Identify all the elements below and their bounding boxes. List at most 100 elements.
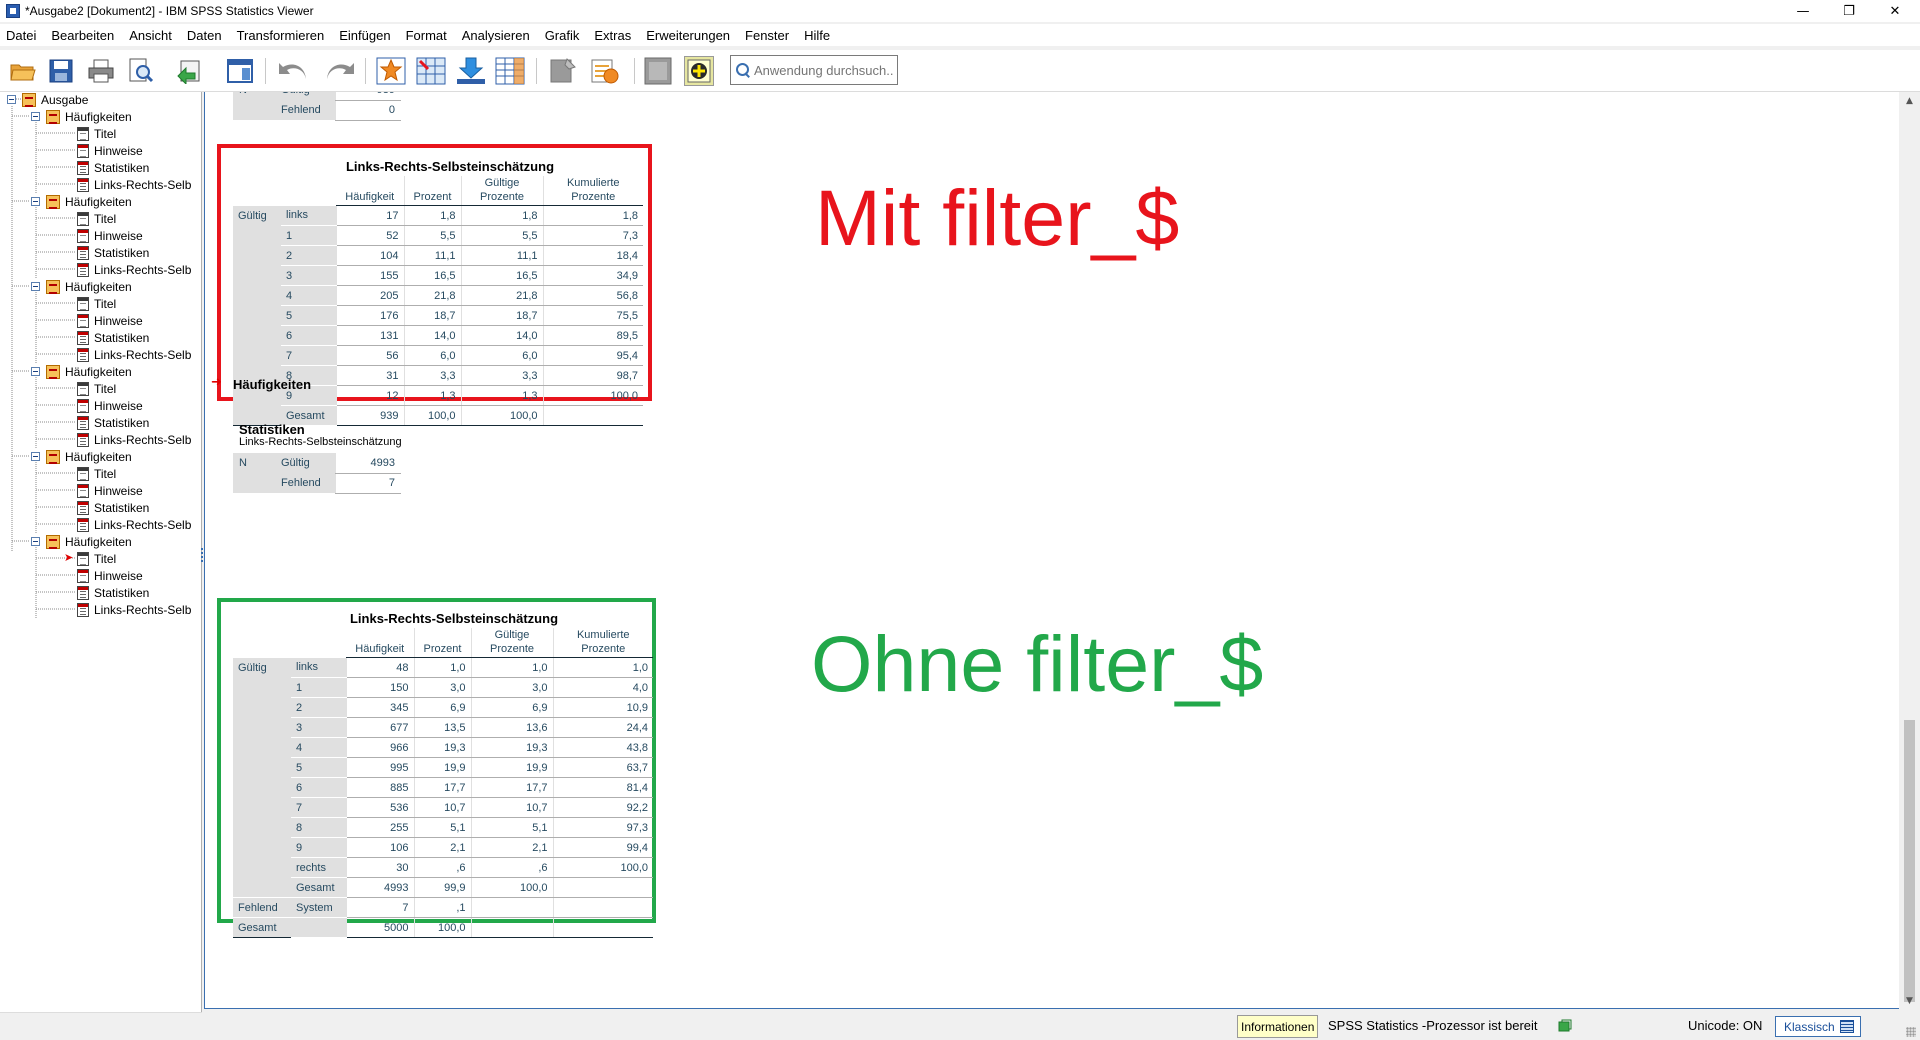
menu-hilfe[interactable]: Hilfe bbox=[798, 28, 839, 43]
split-file-icon[interactable] bbox=[548, 56, 578, 86]
outline-item-hinweise[interactable]: Hinweise bbox=[77, 227, 143, 244]
outline-item-hinweise[interactable]: Hinweise bbox=[77, 482, 143, 499]
outline-item-titel[interactable]: Titel bbox=[77, 465, 116, 482]
table-cell: 1,8 bbox=[403, 205, 461, 226]
collapse-icon[interactable] bbox=[31, 197, 40, 206]
outline-item-links-rechts[interactable]: Links-Rechts-Selb bbox=[77, 431, 191, 448]
statistics-title: Statistiken bbox=[239, 422, 305, 437]
table-cell: 92,2 bbox=[552, 797, 653, 818]
outline-item-statistiken[interactable]: Statistiken bbox=[77, 244, 149, 261]
redo-icon[interactable] bbox=[325, 56, 355, 86]
info-badge[interactable]: Informationen bbox=[1237, 1015, 1319, 1038]
menu-transformieren[interactable]: Transformieren bbox=[231, 28, 334, 43]
menu-datei[interactable]: Datei bbox=[0, 28, 45, 43]
menu-daten[interactable]: Daten bbox=[181, 28, 231, 43]
outline-group[interactable]: Häufigkeiten bbox=[31, 363, 132, 380]
outline-item-titel[interactable]: Titel bbox=[77, 125, 116, 142]
menu-analysieren[interactable]: Analysieren bbox=[456, 28, 539, 43]
goto-variable-icon[interactable] bbox=[416, 56, 446, 86]
menu-einfuegen[interactable]: Einfügen bbox=[333, 28, 399, 43]
collapse-icon[interactable] bbox=[31, 367, 40, 376]
restore-icon[interactable]: ❐ bbox=[1826, 0, 1872, 22]
table-cell: 155 bbox=[335, 265, 404, 286]
outline-item-hinweise[interactable]: Hinweise bbox=[77, 142, 143, 159]
print-preview-icon[interactable] bbox=[126, 56, 156, 86]
scroll-down-icon[interactable]: ▼ bbox=[1899, 992, 1920, 1009]
goto-data-icon[interactable] bbox=[376, 56, 406, 86]
outline-group[interactable]: Häufigkeiten bbox=[31, 533, 132, 550]
outline-item-titel[interactable]: Titel bbox=[77, 210, 116, 227]
notes-page-icon bbox=[77, 313, 89, 328]
menu-grafik[interactable]: Grafik bbox=[539, 28, 589, 43]
table-row: Gültig links 48 1,0 1,0 1,0 bbox=[233, 657, 653, 678]
outline-group[interactable]: Häufigkeiten bbox=[31, 193, 132, 210]
undo-icon[interactable] bbox=[278, 56, 308, 86]
outline-item-statistiken[interactable]: Statistiken bbox=[77, 584, 149, 601]
outline-item-label: Titel bbox=[94, 466, 117, 481]
select-cases-icon[interactable] bbox=[643, 56, 673, 86]
outline-item-statistiken[interactable]: Statistiken bbox=[77, 414, 149, 431]
outline-root[interactable]: Ausgabe bbox=[7, 92, 88, 108]
search-box[interactable] bbox=[730, 55, 898, 85]
table-cell: 19,3 bbox=[413, 737, 471, 758]
row-label: 6 bbox=[281, 325, 336, 346]
outline-item-links-rechts[interactable]: Links-Rechts-Selb bbox=[77, 516, 191, 533]
collapse-icon[interactable] bbox=[31, 452, 40, 461]
collapse-icon[interactable] bbox=[7, 95, 16, 104]
outline-item-hinweise[interactable]: Hinweise bbox=[77, 312, 143, 329]
classic-mode-button[interactable]: Klassisch bbox=[1775, 1016, 1861, 1037]
insert-variable-icon[interactable] bbox=[495, 56, 525, 86]
insert-case-icon[interactable] bbox=[456, 56, 486, 86]
menu-fenster[interactable]: Fenster bbox=[739, 28, 798, 43]
search-input[interactable] bbox=[754, 62, 894, 78]
menu-extras[interactable]: Extras bbox=[588, 28, 640, 43]
processor-status: SPSS Statistics -Prozessor ist bereit bbox=[1328, 1018, 1538, 1033]
missing-value: 7 bbox=[334, 473, 401, 494]
export-icon[interactable] bbox=[176, 56, 206, 86]
outline-item-hinweise[interactable]: Hinweise bbox=[77, 397, 143, 414]
row-label: 6 bbox=[291, 777, 346, 798]
outline-item-statistiken[interactable]: Statistiken bbox=[77, 499, 149, 516]
outline-item-links-rechts[interactable]: Links-Rechts-Selb bbox=[77, 601, 191, 618]
outline-group[interactable]: Häufigkeiten bbox=[31, 448, 132, 465]
outline-group[interactable]: Häufigkeiten bbox=[31, 108, 132, 125]
content-vertical-scrollbar[interactable]: ▲ ▼ bbox=[1899, 92, 1920, 1009]
resize-grip-icon[interactable] bbox=[1906, 1027, 1916, 1037]
minimize-icon[interactable]: — bbox=[1780, 0, 1826, 22]
outline-item-titel[interactable]: Titel bbox=[77, 550, 116, 567]
weight-cases-icon[interactable] bbox=[590, 56, 620, 86]
collapse-icon[interactable] bbox=[31, 282, 40, 291]
menu-bearbeiten[interactable]: Bearbeiten bbox=[45, 28, 123, 43]
outline-item-links-rechts[interactable]: Links-Rechts-Selb bbox=[77, 261, 191, 278]
scroll-thumb[interactable] bbox=[1904, 720, 1915, 1002]
table-cell: 14,0 bbox=[403, 325, 461, 346]
menu-ansicht[interactable]: Ansicht bbox=[123, 28, 181, 43]
menu-erweiterungen[interactable]: Erweiterungen bbox=[640, 28, 739, 43]
scroll-up-icon[interactable]: ▲ bbox=[1899, 92, 1920, 109]
outline-item-hinweise[interactable]: Hinweise bbox=[77, 567, 143, 584]
open-icon[interactable] bbox=[8, 56, 38, 86]
save-icon[interactable] bbox=[46, 56, 76, 86]
outline-item-links-rechts[interactable]: Links-Rechts-Selb bbox=[77, 176, 191, 193]
outline-group[interactable]: Häufigkeiten bbox=[31, 278, 132, 295]
notes-page-icon bbox=[77, 143, 89, 158]
outline-item-titel[interactable]: Titel bbox=[77, 380, 116, 397]
designate-window-icon[interactable] bbox=[684, 56, 714, 86]
annotation-ohne-filter: Ohne filter_$ bbox=[811, 619, 1264, 708]
collapse-icon[interactable] bbox=[31, 537, 40, 546]
outline-item-label: Statistiken bbox=[94, 330, 150, 345]
row-group-label bbox=[233, 225, 281, 246]
row-group-label bbox=[233, 717, 291, 738]
outline-item-statistiken[interactable]: Statistiken bbox=[77, 159, 149, 176]
close-icon[interactable]: ✕ bbox=[1872, 0, 1918, 22]
row-group-label bbox=[233, 325, 281, 346]
outline-item-titel[interactable]: Titel bbox=[77, 295, 116, 312]
table-cell: 100,0 bbox=[470, 877, 553, 898]
print-icon[interactable] bbox=[86, 56, 116, 86]
menu-format[interactable]: Format bbox=[400, 28, 456, 43]
outline-item-links-rechts[interactable]: Links-Rechts-Selb bbox=[77, 346, 191, 363]
recall-dialog-icon[interactable] bbox=[225, 56, 255, 86]
outline-item-statistiken[interactable]: Statistiken bbox=[77, 329, 149, 346]
annotation-mit-filter: Mit filter_$ bbox=[815, 173, 1180, 262]
collapse-icon[interactable] bbox=[31, 112, 40, 121]
